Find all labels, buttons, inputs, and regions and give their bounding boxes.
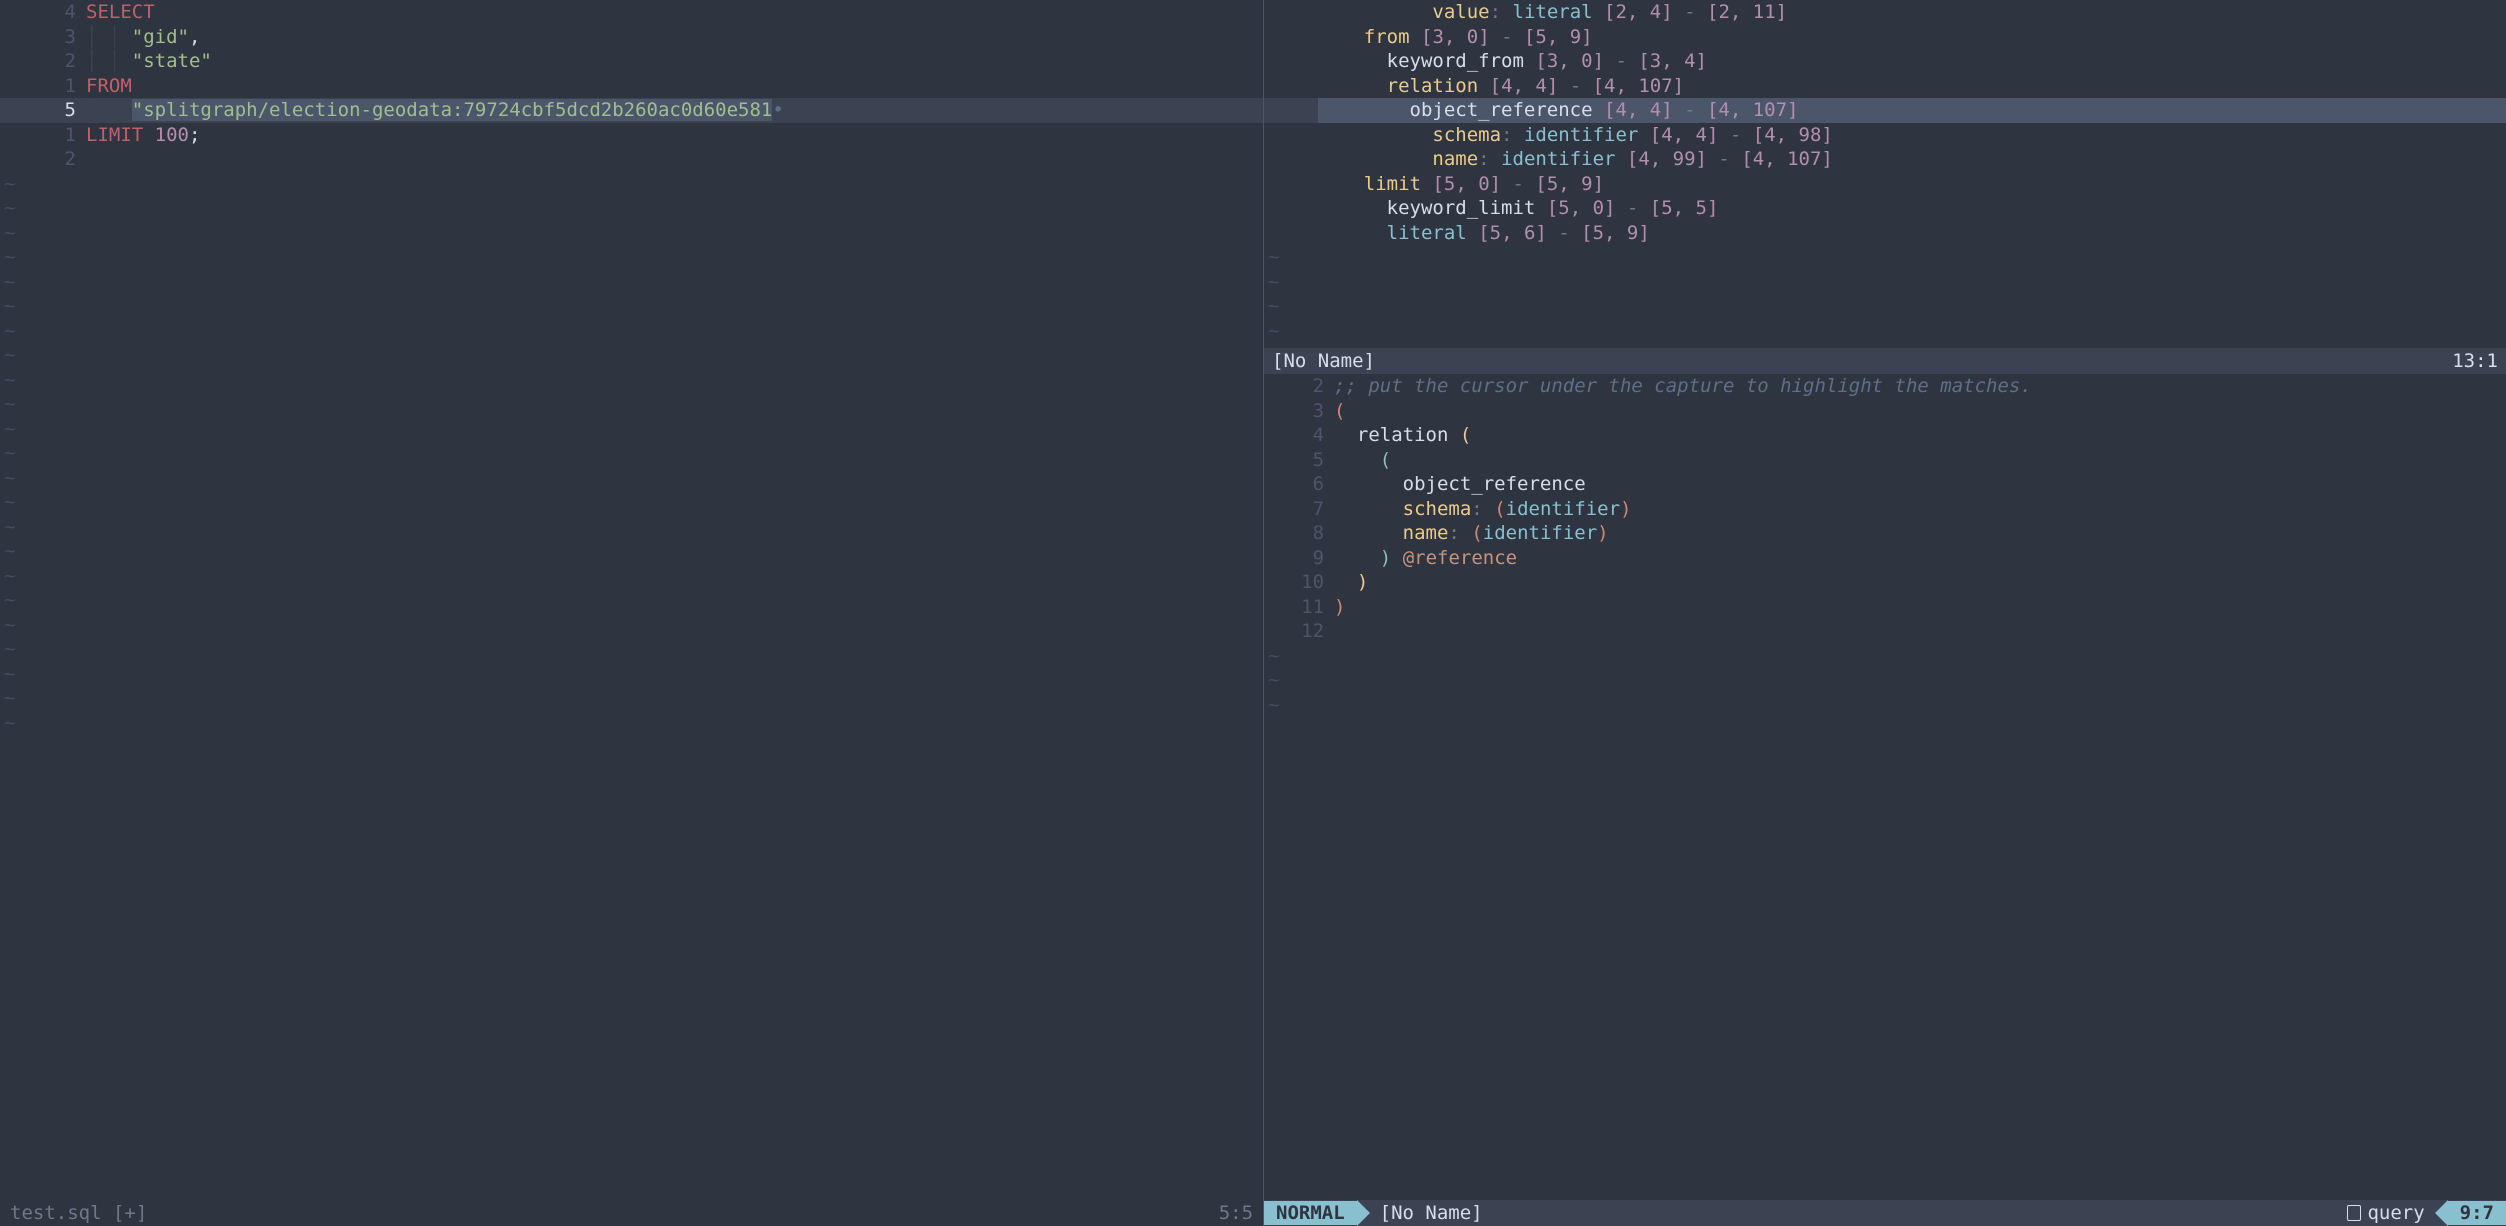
empty-line: ~ — [1264, 644, 2506, 669]
bottom-right-cursor-pos: 9:7 — [2448, 1201, 2506, 1226]
code-line[interactable]: 4SELECT — [0, 0, 1263, 25]
empty-line: ~ — [0, 221, 1263, 246]
left-buffer[interactable]: 4SELECT3│ │ "gid",2│ │ "state"1FROM5│ │ … — [0, 0, 1263, 1200]
empty-line: ~ — [1264, 245, 2506, 270]
empty-line: ~ — [0, 319, 1263, 344]
line-number: 2 — [0, 49, 86, 74]
left-statusline: test.sql [+] 5:5 — [0, 1200, 1263, 1226]
line-number: 5 — [0, 98, 86, 123]
line-number: 2 — [1264, 374, 1334, 399]
code-line[interactable]: 5│ │ "splitgraph/election-geodata:79724c… — [0, 98, 1263, 123]
separator-icon — [2435, 1200, 2448, 1226]
line-number: 2 — [0, 147, 86, 172]
line-number: 1 — [0, 74, 86, 99]
filetype-label: query — [2367, 1201, 2424, 1226]
code-line[interactable]: value: literal [2, 4] - [2, 11] — [1264, 0, 2506, 25]
code-line[interactable]: 9 ) @reference — [1264, 546, 2506, 571]
line-number: 4 — [0, 0, 86, 25]
empty-line: ~ — [0, 417, 1263, 442]
code-line[interactable]: literal [5, 6] - [5, 9] — [1264, 221, 2506, 246]
empty-line: ~ — [0, 564, 1263, 589]
code-line[interactable]: 11) — [1264, 595, 2506, 620]
code-line[interactable]: 3( — [1264, 399, 2506, 424]
empty-line: ~ — [0, 588, 1263, 613]
right-pane[interactable]: value: literal [2, 4] - [2, 11] from [3,… — [1263, 0, 2506, 1226]
empty-line: ~ — [0, 686, 1263, 711]
line-number: 12 — [1264, 619, 1334, 644]
code-line[interactable]: 10 ) — [1264, 570, 2506, 595]
bottom-right-buffer[interactable]: 2;; put the cursor under the capture to … — [1264, 374, 2506, 1200]
empty-line: ~ — [0, 662, 1263, 687]
empty-line: ~ — [0, 270, 1263, 295]
empty-line: ~ — [0, 245, 1263, 270]
split-panes: 4SELECT3│ │ "gid",2│ │ "state"1FROM5│ │ … — [0, 0, 2506, 1226]
code-line[interactable]: from [3, 0] - [5, 9] — [1264, 25, 2506, 50]
line-number: 5 — [1264, 448, 1334, 473]
empty-line: ~ — [0, 368, 1263, 393]
left-pane[interactable]: 4SELECT3│ │ "gid",2│ │ "state"1FROM5│ │ … — [0, 0, 1263, 1226]
code-line[interactable]: 2 — [0, 147, 1263, 172]
empty-line: ~ — [0, 466, 1263, 491]
code-line[interactable]: limit [5, 0] - [5, 9] — [1264, 172, 2506, 197]
line-number: 7 — [1264, 497, 1334, 522]
empty-line: ~ — [1264, 270, 2506, 295]
separator-icon — [1357, 1200, 1370, 1226]
line-number: 3 — [0, 25, 86, 50]
left-cursor-pos: 5:5 — [1209, 1201, 1263, 1226]
empty-line: ~ — [1264, 294, 2506, 319]
line-number: 6 — [1264, 472, 1334, 497]
line-number: 11 — [1264, 595, 1334, 620]
code-line[interactable]: 12 — [1264, 619, 2506, 644]
line-number: 10 — [1264, 570, 1334, 595]
empty-line: ~ — [0, 539, 1263, 564]
line-number: 8 — [1264, 521, 1334, 546]
code-line[interactable]: 2│ │ "state" — [0, 49, 1263, 74]
left-modified: [+] — [113, 1202, 147, 1224]
top-right-title: [No Name] — [1272, 349, 2452, 374]
empty-line: ~ — [0, 196, 1263, 221]
empty-line: ~ — [0, 613, 1263, 638]
code-line[interactable]: name: identifier [4, 99] - [4, 107] — [1264, 147, 2506, 172]
left-filename: test.sql — [10, 1202, 102, 1224]
code-line[interactable]: 3│ │ "gid", — [0, 25, 1263, 50]
code-line[interactable]: object_reference [4, 4] - [4, 107] — [1264, 98, 2506, 123]
empty-line: ~ — [0, 294, 1263, 319]
empty-line: ~ — [0, 637, 1263, 662]
code-line[interactable]: 1FROM — [0, 74, 1263, 99]
mode-indicator: NORMAL — [1264, 1201, 1357, 1226]
empty-line: ~ — [0, 343, 1263, 368]
code-line[interactable]: 2;; put the cursor under the capture to … — [1264, 374, 2506, 399]
empty-line: ~ — [0, 515, 1263, 540]
line-number: 3 — [1264, 399, 1334, 424]
top-right-buffer[interactable]: value: literal [2, 4] - [2, 11] from [3,… — [1264, 0, 2506, 348]
line-number: 4 — [1264, 423, 1334, 448]
code-line[interactable]: 6 object_reference — [1264, 472, 2506, 497]
empty-line: ~ — [0, 711, 1263, 736]
code-line[interactable]: 5 ( — [1264, 448, 2506, 473]
top-right-statusline: [No Name] 13:1 — [1264, 348, 2506, 374]
empty-line: ~ — [1264, 693, 2506, 718]
code-line[interactable]: relation [4, 4] - [4, 107] — [1264, 74, 2506, 99]
empty-line: ~ — [1264, 668, 2506, 693]
empty-line: ~ — [0, 441, 1263, 466]
empty-line: ~ — [0, 172, 1263, 197]
code-line[interactable]: keyword_limit [5, 0] - [5, 5] — [1264, 196, 2506, 221]
editor-root: 4SELECT3│ │ "gid",2│ │ "state"1FROM5│ │ … — [0, 0, 2506, 1226]
code-line[interactable]: 4 relation ( — [1264, 423, 2506, 448]
code-line[interactable]: 7 schema: (identifier) — [1264, 497, 2506, 522]
line-number: 9 — [1264, 546, 1334, 571]
filetype-segment: query — [2337, 1201, 2434, 1226]
file-icon — [2347, 1205, 2361, 1221]
empty-line: ~ — [0, 490, 1263, 515]
code-line[interactable]: keyword_from [3, 0] - [3, 4] — [1264, 49, 2506, 74]
code-line[interactable]: schema: identifier [4, 4] - [4, 98] — [1264, 123, 2506, 148]
code-line[interactable]: 1LIMIT 100; — [0, 123, 1263, 148]
top-right-cursor-pos: 13:1 — [2452, 349, 2498, 374]
code-line[interactable]: 8 name: (identifier) — [1264, 521, 2506, 546]
bottom-right-title: [No Name] — [1370, 1201, 1493, 1226]
empty-line: ~ — [0, 392, 1263, 417]
bottom-right-statusline: NORMAL [No Name] query 9:7 — [1264, 1200, 2506, 1226]
empty-line: ~ — [1264, 319, 2506, 344]
line-number: 1 — [0, 123, 86, 148]
